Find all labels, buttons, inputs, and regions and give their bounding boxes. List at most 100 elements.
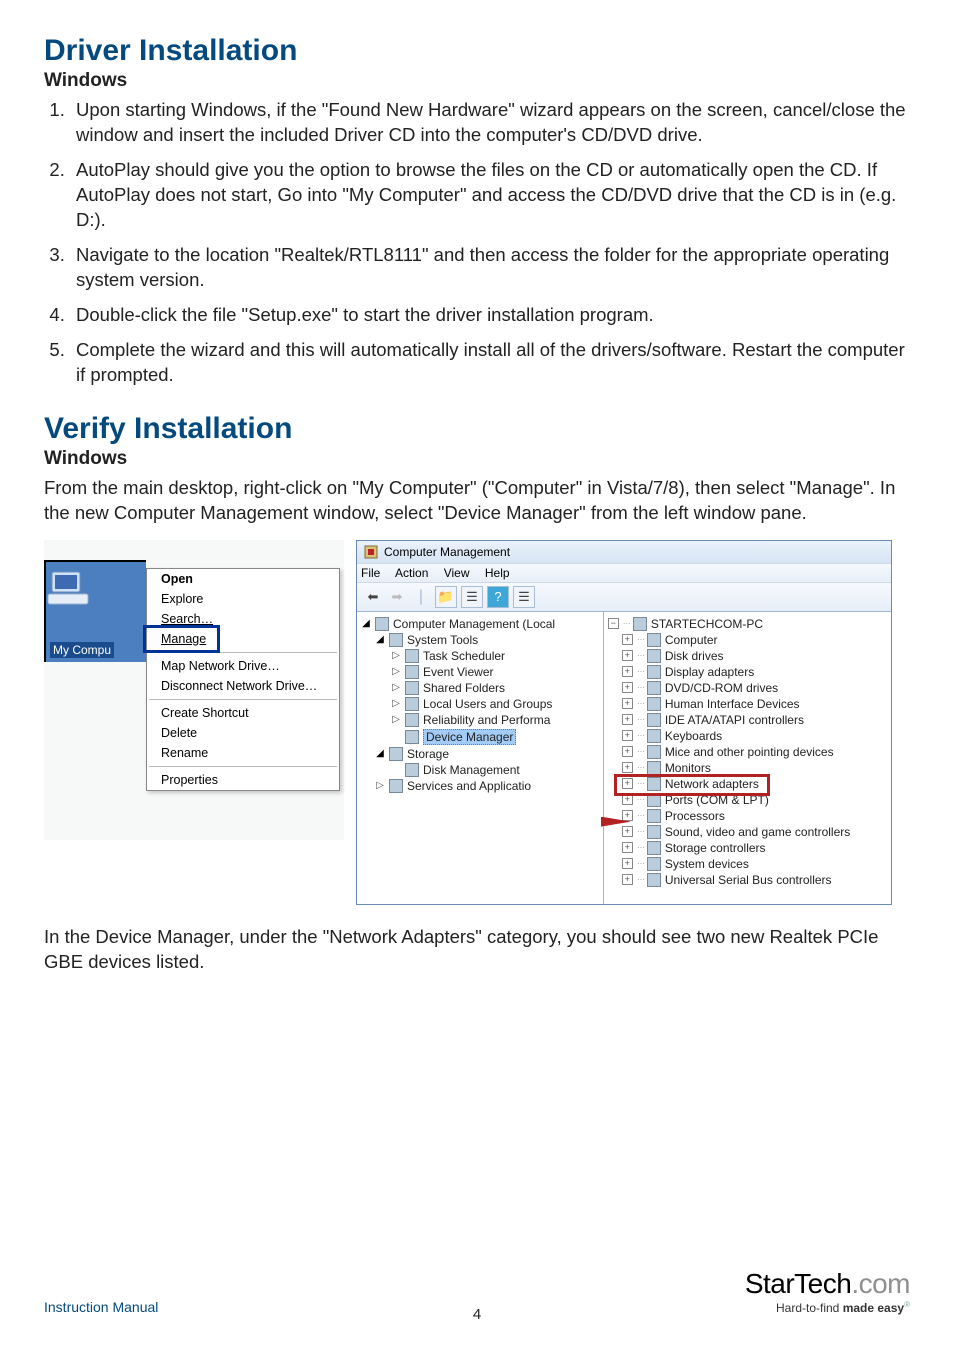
device-category-mice-and-other-pointing-devices[interactable]: +⋯Mice and other pointing devices xyxy=(608,744,887,760)
expander-icon[interactable]: ◢ xyxy=(361,619,371,629)
device-category-startechcom-pc[interactable]: −⋯STARTECHCOM-PC xyxy=(608,616,887,632)
ctx-manage[interactable]: Manage xyxy=(147,629,216,649)
expander-icon[interactable]: ▷ xyxy=(391,715,401,725)
device-category-label: Sound, video and game controllers xyxy=(665,825,850,839)
menu-file[interactable]: File xyxy=(361,566,380,580)
menu-view[interactable]: View xyxy=(444,566,470,580)
ctx-explore[interactable]: Explore xyxy=(147,589,339,609)
device-category-sound-video-and-game-controllers[interactable]: +⋯Sound, video and game controllers xyxy=(608,824,887,840)
forward-icon[interactable]: ➡ xyxy=(387,587,407,607)
expand-box-icon[interactable]: + xyxy=(622,730,633,741)
users-icon xyxy=(405,697,419,711)
device-category-system-devices[interactable]: +⋯System devices xyxy=(608,856,887,872)
ctx-open[interactable]: Open xyxy=(147,569,339,589)
back-icon[interactable]: ⬅ xyxy=(363,587,383,607)
desktop-area: My Compu xyxy=(44,560,146,662)
device-category-label: Computer xyxy=(665,633,718,647)
device-category-processors[interactable]: + ⋯ Processors xyxy=(608,808,887,824)
menu-help[interactable]: Help xyxy=(485,566,510,580)
expand-box-icon[interactable]: + xyxy=(622,746,633,757)
tree-connector-icon: ⋯ xyxy=(637,811,643,820)
device-category-disk-drives[interactable]: +⋯Disk drives xyxy=(608,648,887,664)
expand-box-icon[interactable]: + xyxy=(622,842,633,853)
device-category-ports-com-lpt-[interactable]: +⋯Ports (COM & LPT) xyxy=(608,792,887,808)
tree-item-shared-folders[interactable]: ▷Shared Folders xyxy=(361,680,599,696)
device-category-monitors[interactable]: +⋯Monitors xyxy=(608,760,887,776)
heading-verify-installation: Verify Installation xyxy=(44,412,910,446)
ctx-map-drive[interactable]: Map Network Drive… xyxy=(147,656,339,676)
expander-icon[interactable]: ◢ xyxy=(375,635,385,645)
tree-item-disk-management[interactable]: Disk Management xyxy=(361,762,599,778)
expander-icon[interactable]: ▷ xyxy=(391,651,401,661)
expand-box-icon[interactable]: + xyxy=(622,794,633,805)
tree-item-event-viewer[interactable]: ▷ Event Viewer xyxy=(361,664,599,680)
device-category-dvd-cd-rom-drives[interactable]: +⋯DVD/CD-ROM drives xyxy=(608,680,887,696)
expand-box-icon[interactable]: + xyxy=(622,826,633,837)
device-category-label: Universal Serial Bus controllers xyxy=(665,873,832,887)
menu-action[interactable]: Action xyxy=(395,566,428,580)
ctx-separator xyxy=(149,699,337,700)
device-category-human-interface-devices[interactable]: +⋯Human Interface Devices xyxy=(608,696,887,712)
expand-box-icon[interactable]: + xyxy=(622,666,633,677)
svc-icon xyxy=(389,779,403,793)
ctx-disconnect-drive[interactable]: Disconnect Network Drive… xyxy=(147,676,339,696)
sound-icon xyxy=(647,825,661,839)
device-category-computer[interactable]: +⋯Computer xyxy=(608,632,887,648)
ctx-create-shortcut[interactable]: Create Shortcut xyxy=(147,703,339,723)
device-category-display-adapters[interactable]: +⋯Display adapters xyxy=(608,664,887,680)
list-icon[interactable]: ☰ xyxy=(513,586,535,608)
cm-toolbar: ⬅ ➡ | 📁 ☰ ? ☰ xyxy=(357,583,891,612)
kbd-icon xyxy=(647,729,661,743)
device-category-label: Monitors xyxy=(665,761,711,775)
tree-item-services-and-applicatio[interactable]: ▷Services and Applicatio xyxy=(361,778,599,794)
expander-icon[interactable]: ▷ xyxy=(391,683,401,693)
expand-box-icon[interactable]: + xyxy=(622,874,633,885)
expand-box-icon[interactable]: + xyxy=(622,698,633,709)
cm-app-icon xyxy=(363,544,379,560)
expand-box-icon[interactable]: − xyxy=(608,618,619,629)
expand-box-icon[interactable]: + xyxy=(622,650,633,661)
help-icon[interactable]: ? xyxy=(487,586,509,608)
device-category-network-adapters[interactable]: +⋯Network adapters xyxy=(608,776,887,792)
expand-box-icon[interactable]: + xyxy=(622,810,633,821)
expand-box-icon[interactable]: + xyxy=(622,634,633,645)
expander-icon[interactable]: ▷ xyxy=(391,667,401,677)
tree-connector-icon: ⋯ xyxy=(637,683,643,692)
ctx-delete[interactable]: Delete xyxy=(147,723,339,743)
ctx-rename[interactable]: Rename xyxy=(147,743,339,763)
device-category-storage-controllers[interactable]: +⋯Storage controllers xyxy=(608,840,887,856)
device-category-label: Processors xyxy=(665,809,725,823)
device-category-ide-ata-atapi-controllers[interactable]: +⋯IDE ATA/ATAPI controllers xyxy=(608,712,887,728)
expand-box-icon[interactable]: + xyxy=(622,682,633,693)
verify-intro-text: From the main desktop, right-click on "M… xyxy=(44,476,910,526)
device-category-keyboards[interactable]: +⋯Keyboards xyxy=(608,728,887,744)
disk-icon xyxy=(647,649,661,663)
expander-icon[interactable]: ▷ xyxy=(375,781,385,791)
expand-box-icon[interactable]: + xyxy=(622,714,633,725)
tree-item-label: Event Viewer xyxy=(423,665,493,679)
expander-icon[interactable]: ▷ xyxy=(391,699,401,709)
ctx-properties[interactable]: Properties xyxy=(147,770,339,790)
tree-item-storage[interactable]: ◢Storage xyxy=(361,746,599,762)
expand-box-icon[interactable]: + xyxy=(622,858,633,869)
tree-item-local-users-and-groups[interactable]: ▷Local Users and Groups xyxy=(361,696,599,712)
expand-box-icon[interactable]: + xyxy=(622,762,633,773)
tree-item-reliability-and-performa[interactable]: ▷Reliability and Performa xyxy=(361,712,599,728)
device-category-label: IDE ATA/ATAPI controllers xyxy=(665,713,804,727)
device-category-label: Human Interface Devices xyxy=(665,697,800,711)
properties-icon[interactable]: ☰ xyxy=(461,586,483,608)
net-icon xyxy=(647,777,661,791)
cm-menubar: File Action View Help xyxy=(357,563,891,583)
device-category-universal-serial-bus-controllers[interactable]: +⋯Universal Serial Bus controllers xyxy=(608,872,887,888)
cpu-icon xyxy=(647,809,661,823)
up-icon[interactable]: 📁 xyxy=(435,586,457,608)
tree-item-device-manager[interactable]: Device Manager xyxy=(361,728,599,746)
expander-icon[interactable]: ◢ xyxy=(375,749,385,759)
cm-titlebar: Computer Management xyxy=(357,541,891,563)
expand-box-icon[interactable]: + xyxy=(622,778,633,789)
tree-item-task-scheduler[interactable]: ▷Task Scheduler xyxy=(361,648,599,664)
tree-item-system-tools[interactable]: ◢System Tools xyxy=(361,632,599,648)
disk-icon xyxy=(405,763,419,777)
ctx-search[interactable]: Search… xyxy=(147,609,339,629)
tree-item-computer-management-local[interactable]: ◢Computer Management (Local xyxy=(361,616,599,632)
